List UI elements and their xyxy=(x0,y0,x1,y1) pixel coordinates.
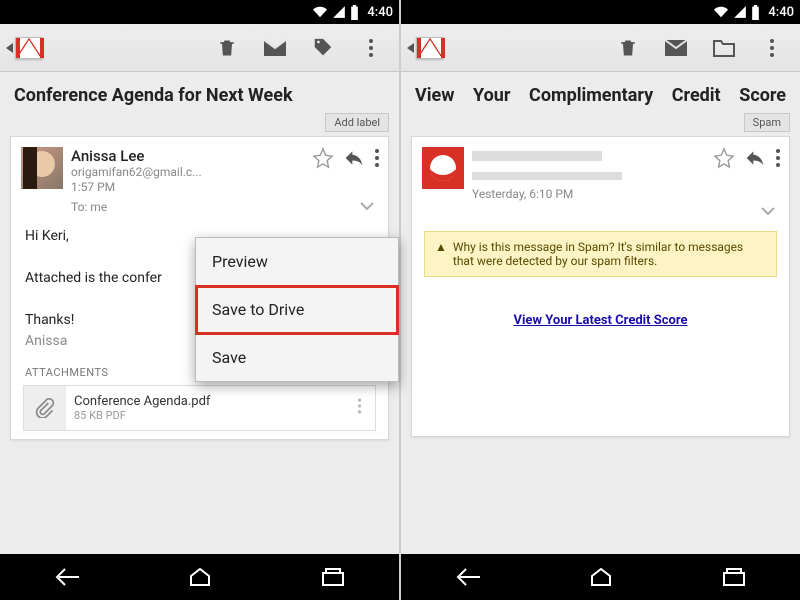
more-vert-icon xyxy=(769,38,775,58)
attachment-row[interactable]: Conference Agenda.pdf 85 KB PDF xyxy=(23,385,376,431)
phone-right: 4:40 View Your Complimentary Credit Scor… xyxy=(400,0,800,600)
app-up-button[interactable] xyxy=(6,37,43,59)
message-more-icon[interactable] xyxy=(374,148,380,168)
sender-time: Yesterday, 6:10 PM xyxy=(472,187,705,201)
spam-label-chip[interactable]: Spam xyxy=(744,113,790,132)
expand-icon[interactable] xyxy=(761,207,775,217)
move-to-button[interactable] xyxy=(702,26,746,70)
attachment-meta: 85 KB PDF xyxy=(74,409,335,422)
sender-name: Anissa Lee xyxy=(71,147,304,165)
nav-back-button[interactable] xyxy=(401,554,534,600)
status-bar: 4:40 xyxy=(401,0,800,24)
action-bar xyxy=(401,24,800,72)
mark-unread-button[interactable] xyxy=(253,26,297,70)
back-caret-icon xyxy=(6,43,13,53)
folder-icon xyxy=(712,38,736,58)
nav-bar xyxy=(0,554,399,600)
status-time: 4:40 xyxy=(768,5,794,20)
delete-button[interactable] xyxy=(606,26,650,70)
spam-banner-text: Why is this message in Spam? It's simila… xyxy=(453,240,766,268)
sender-avatar[interactable] xyxy=(21,147,63,189)
nav-home-button[interactable] xyxy=(534,554,667,600)
attachment-filename: Conference Agenda.pdf xyxy=(74,394,335,409)
star-icon[interactable] xyxy=(312,147,334,169)
email-subject: View Your Complimentary Credit Score xyxy=(401,72,800,113)
gmail-icon xyxy=(15,37,43,59)
app-up-button[interactable] xyxy=(407,37,444,59)
menu-preview[interactable]: Preview xyxy=(196,238,398,286)
trash-icon xyxy=(618,37,638,59)
email-card: Yesterday, 6:10 PM ▲ Why is this message… xyxy=(411,136,790,437)
menu-save[interactable]: Save xyxy=(196,334,398,381)
wifi-icon xyxy=(312,5,328,19)
nav-bar xyxy=(401,554,800,600)
mark-unread-button[interactable] xyxy=(654,26,698,70)
gmail-icon xyxy=(416,37,444,59)
nav-recents-button[interactable] xyxy=(667,554,800,600)
status-bar: 4:40 xyxy=(0,0,399,24)
envelope-icon xyxy=(263,39,287,57)
trash-icon xyxy=(217,37,237,59)
more-vert-icon xyxy=(368,38,374,58)
sender-email: origamifan62@gmail.c... xyxy=(71,165,304,179)
action-bar xyxy=(0,24,399,72)
menu-save-to-drive[interactable]: Save to Drive xyxy=(196,286,398,334)
reply-icon[interactable] xyxy=(743,148,767,168)
sender-time: 1:57 PM xyxy=(71,180,304,194)
paperclip-icon xyxy=(24,386,66,430)
signal-icon xyxy=(332,5,346,19)
redacted-name xyxy=(472,151,602,161)
back-caret-icon xyxy=(407,43,414,53)
to-field: To: me xyxy=(71,200,107,214)
reply-icon[interactable] xyxy=(342,148,366,168)
phone-left: 4:40 Conference Agenda for Next Week Add… xyxy=(0,0,400,600)
star-icon[interactable] xyxy=(713,147,735,169)
attachment-more-button[interactable] xyxy=(343,397,375,419)
warning-icon: ▲ xyxy=(435,240,447,268)
redacted-email xyxy=(472,172,622,180)
nav-recents-button[interactable] xyxy=(266,554,399,600)
overflow-button[interactable] xyxy=(750,26,794,70)
battery-icon xyxy=(751,5,760,20)
signal-icon xyxy=(733,5,747,19)
sender-avatar[interactable] xyxy=(422,147,464,189)
add-label-chip[interactable]: Add label xyxy=(325,113,389,132)
spam-banner: ▲ Why is this message in Spam? It's simi… xyxy=(424,231,777,277)
status-time: 4:40 xyxy=(367,5,393,20)
labels-button[interactable] xyxy=(301,26,345,70)
delete-button[interactable] xyxy=(205,26,249,70)
attachment-context-menu: Preview Save to Drive Save xyxy=(195,237,399,382)
nav-home-button[interactable] xyxy=(133,554,266,600)
credit-score-link[interactable]: View Your Latest Credit Score xyxy=(513,313,687,328)
battery-icon xyxy=(350,5,359,20)
email-subject: Conference Agenda for Next Week xyxy=(0,72,399,113)
message-more-icon[interactable] xyxy=(775,148,781,168)
overflow-button[interactable] xyxy=(349,26,393,70)
wifi-icon xyxy=(713,5,729,19)
nav-back-button[interactable] xyxy=(0,554,133,600)
tag-icon xyxy=(312,37,334,59)
envelope-icon xyxy=(664,39,688,57)
expand-icon[interactable] xyxy=(360,202,374,212)
